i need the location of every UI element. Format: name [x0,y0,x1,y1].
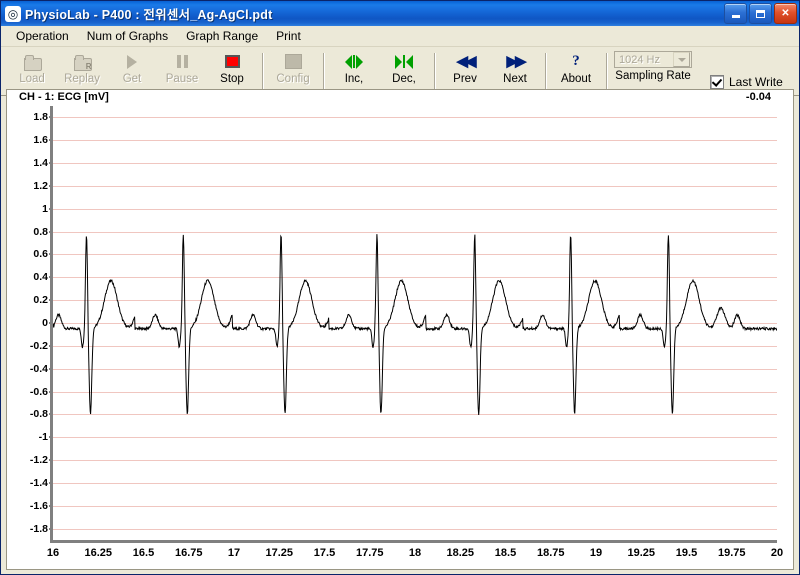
chevron-down-icon [673,52,690,67]
replay-button-label: Replay [64,73,100,85]
y-axis-tick-label: -0.8 [29,408,48,421]
about-button-label: About [560,73,592,85]
x-axis-tick-label: 16 [46,547,60,559]
x-axis-tick-label: 17.5 [313,547,336,559]
maximize-button[interactable] [749,3,772,24]
y-axis-tick-label: 1.6 [33,134,48,147]
close-button[interactable]: ✕ [774,3,797,24]
y-axis-tick-label: -1.2 [29,454,48,467]
y-axis-tick-label: -0.6 [29,385,48,398]
x-axis-tick-label: 20 [770,547,784,559]
minimize-button[interactable] [724,3,747,24]
y-axis-tick-label: -0.4 [29,362,48,375]
x-axis-tick-label: 19.75 [717,547,746,559]
double-chevron-right-icon: ▶▶ [506,53,526,70]
toolbar-separator-4 [545,53,546,89]
window-title: PhysioLab - P400 : 전위센서_Ag-AgCl.pdt [25,8,273,22]
menu-item-operation[interactable]: Operation [7,27,78,45]
last-write-label: Last Write [729,75,783,89]
toolbar-separator-2 [323,53,324,89]
window-controls: ✕ [724,3,797,24]
menu-item-graph-range[interactable]: Graph Range [177,27,267,45]
x-axis-tick-label: 16.5 [132,547,155,559]
open-folder-icon [23,54,42,71]
y-axis-tick-label: -1.8 [29,522,48,535]
load-button-label: Load [19,73,45,85]
toolbar-separator-5 [606,53,607,89]
menu-item-num-of-graphs[interactable]: Num of Graphs [78,27,177,45]
x-axis-tick-label: 18.25 [446,547,475,559]
application-window: ◎ PhysioLab - P400 : 전위센서_Ag-AgCl.pdt ✕ … [0,0,800,575]
y-axis-tick-label: -1 [38,431,48,444]
stop-icon [224,55,240,68]
y-axis-tick-label: 0.8 [33,225,48,238]
sampling-rate-value: 1024 Hz [619,53,660,66]
x-axis-tick-label: 18.75 [536,547,565,559]
inc-button-label: Inc, [344,73,364,85]
menu-bar: Operation Num of Graphs Graph Range Prin… [1,26,799,47]
toolbar-separator-1 [262,53,263,89]
x-axis-tick-label: 17 [227,547,241,559]
dec-button-label: Dec, [392,73,416,85]
replay-folder-icon: R [73,54,92,71]
get-button-label: Get [122,73,142,85]
x-axis-line [50,540,777,543]
expand-arrows-icon [345,54,363,69]
chart-channel-label: CH - 1: ECG [mV] [19,91,109,103]
app-magnifier-icon: ◎ [5,5,21,22]
toolbar-separator-3 [434,53,435,89]
close-icon: ✕ [781,8,790,19]
x-axis-tick-label: 18.5 [494,547,517,559]
pause-button-label: Pause [165,73,199,85]
prev-button-label: Prev [453,73,477,85]
question-mark-icon: ? [572,53,580,69]
last-write-checkbox[interactable] [710,75,724,89]
double-chevron-left-icon: ◀◀ [456,53,476,70]
y-axis-tick-label: -1.6 [29,499,48,512]
x-axis-tick-label: 16.75 [174,547,203,559]
y-axis-tick-label: 1.4 [33,157,48,170]
chart-panel: CH - 1: ECG [mV] -0.04 1.8 1.6 1.4 1.2 1 0.8 0… [6,89,794,570]
collapse-arrows-icon [395,54,413,69]
x-axis-tick-label: 16.25 [84,547,113,559]
play-icon [127,54,137,69]
y-axis-tick-label: -0.2 [29,339,48,352]
x-axis-tick-label: 18 [408,547,422,559]
minimize-icon [731,14,740,18]
config-square-icon [284,54,302,69]
x-axis-tick-label: 19 [589,547,603,559]
plot-box: 1.8 1.6 1.4 1.2 1 0.8 0.6 0.4 0.2 0 -0.2 -0.4 -0.6 -0… [30,106,783,559]
y-axis-tick-label: 1.2 [33,179,48,192]
x-axis-tick-label: 19.25 [627,547,656,559]
y-axis-tick-label: 1.8 [33,111,48,124]
y-axis-tick-label: 1 [42,202,48,215]
next-button-label: Next [503,73,527,85]
maximize-icon [756,9,765,18]
ecg-waveform-path [53,234,777,416]
x-axis-tick-label: 19.5 [675,547,698,559]
plot-area[interactable] [53,106,777,540]
chart-header: CH - 1: ECG [mV] -0.04 [7,90,793,106]
y-axis-tick-label: -1.4 [29,476,48,489]
x-axis-tick-label: 17.25 [265,547,294,559]
title-bar: ◎ PhysioLab - P400 : 전위센서_Ag-AgCl.pdt ✕ [1,1,799,26]
y-axis-tick-label: 0.2 [33,294,48,307]
sampling-rate-select[interactable]: 1024 Hz [614,51,692,68]
x-axis-tick-label: 17.75 [355,547,384,559]
stop-button-label: Stop [220,73,244,85]
config-button-label: Config [276,73,310,85]
y-axis-tick-label: 0 [42,317,48,329]
ecg-trace [53,234,777,416]
y-axis-labels: 1.8 1.6 1.4 1.2 1 0.8 0.6 0.4 0.2 0 -0.2 -0.4 -0.6 -0… [8,106,53,540]
y-axis-tick-label: 0.4 [33,271,48,284]
y-axis-tick-label: 0.6 [33,248,48,261]
chart-current-value: -0.04 [745,91,771,103]
sampling-rate-label: Sampling Rate [615,70,691,82]
pause-icon [176,55,188,68]
menu-item-print[interactable]: Print [267,27,310,45]
